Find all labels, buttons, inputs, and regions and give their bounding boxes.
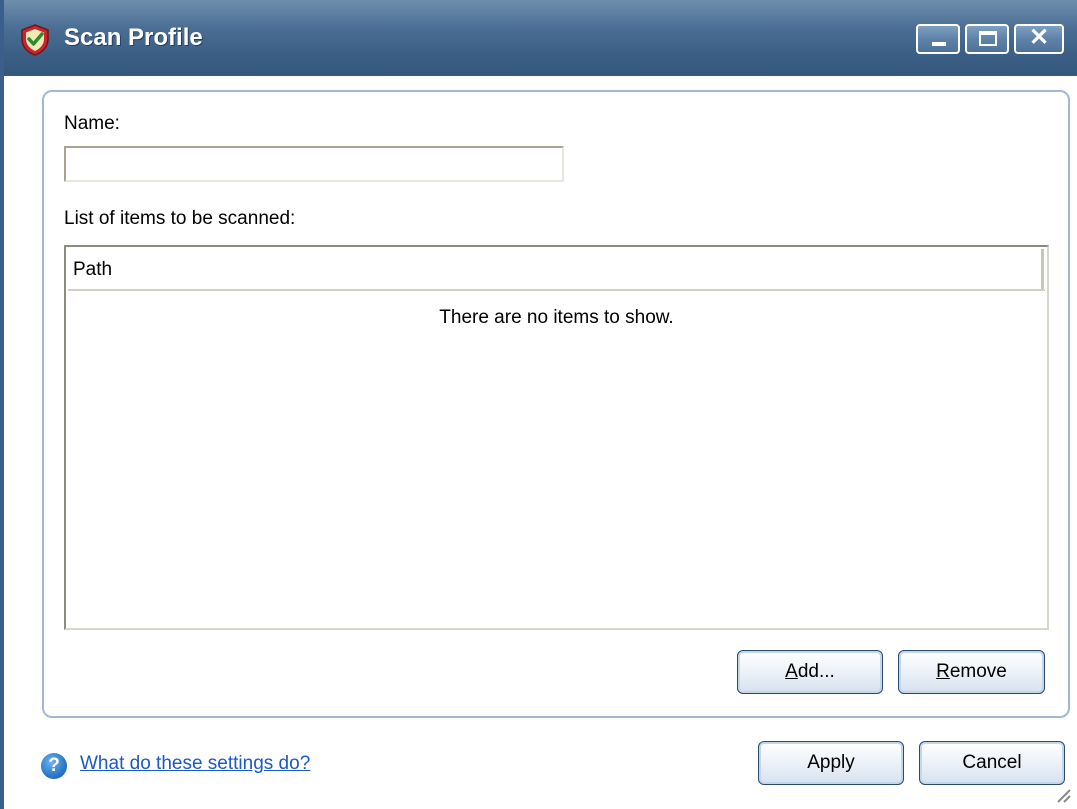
maximize-icon bbox=[979, 31, 997, 46]
help-link[interactable]: What do these settings do? bbox=[80, 753, 310, 775]
remove-button[interactable]: Remove bbox=[898, 650, 1045, 694]
minimize-icon bbox=[932, 42, 946, 46]
resize-grip-icon[interactable] bbox=[1053, 785, 1071, 803]
close-icon: ✕ bbox=[1028, 24, 1050, 51]
maximize-button[interactable] bbox=[965, 24, 1009, 54]
apply-button[interactable]: Apply bbox=[758, 741, 904, 785]
list-label: List of items to be scanned: bbox=[64, 208, 296, 229]
add-button-label: dd... bbox=[797, 661, 835, 682]
list-header: Path bbox=[68, 249, 1045, 291]
cancel-button[interactable]: Cancel bbox=[919, 741, 1065, 785]
scan-items-list[interactable]: Path There are no items to show. bbox=[64, 245, 1049, 630]
remove-button-mnemonic: R bbox=[936, 661, 950, 682]
title-bar[interactable]: Scan Profile ✕ bbox=[4, 0, 1077, 76]
remove-button-label: emove bbox=[949, 661, 1007, 682]
scan-profile-window: Scan Profile ✕ Name: List of items to be… bbox=[0, 0, 1077, 809]
name-input[interactable] bbox=[64, 146, 564, 182]
add-button[interactable]: Add... bbox=[737, 650, 883, 694]
column-header-path[interactable]: Path bbox=[68, 249, 1044, 289]
close-button[interactable]: ✕ bbox=[1014, 24, 1064, 54]
minimize-button[interactable] bbox=[916, 24, 960, 54]
name-label: Name: bbox=[64, 113, 120, 134]
help-icon[interactable]: ? bbox=[41, 753, 67, 779]
window-title: Scan Profile bbox=[64, 24, 203, 51]
shield-logo-icon bbox=[21, 24, 49, 56]
add-button-mnemonic: A bbox=[785, 661, 798, 682]
empty-list-message: There are no items to show. bbox=[439, 307, 674, 328]
